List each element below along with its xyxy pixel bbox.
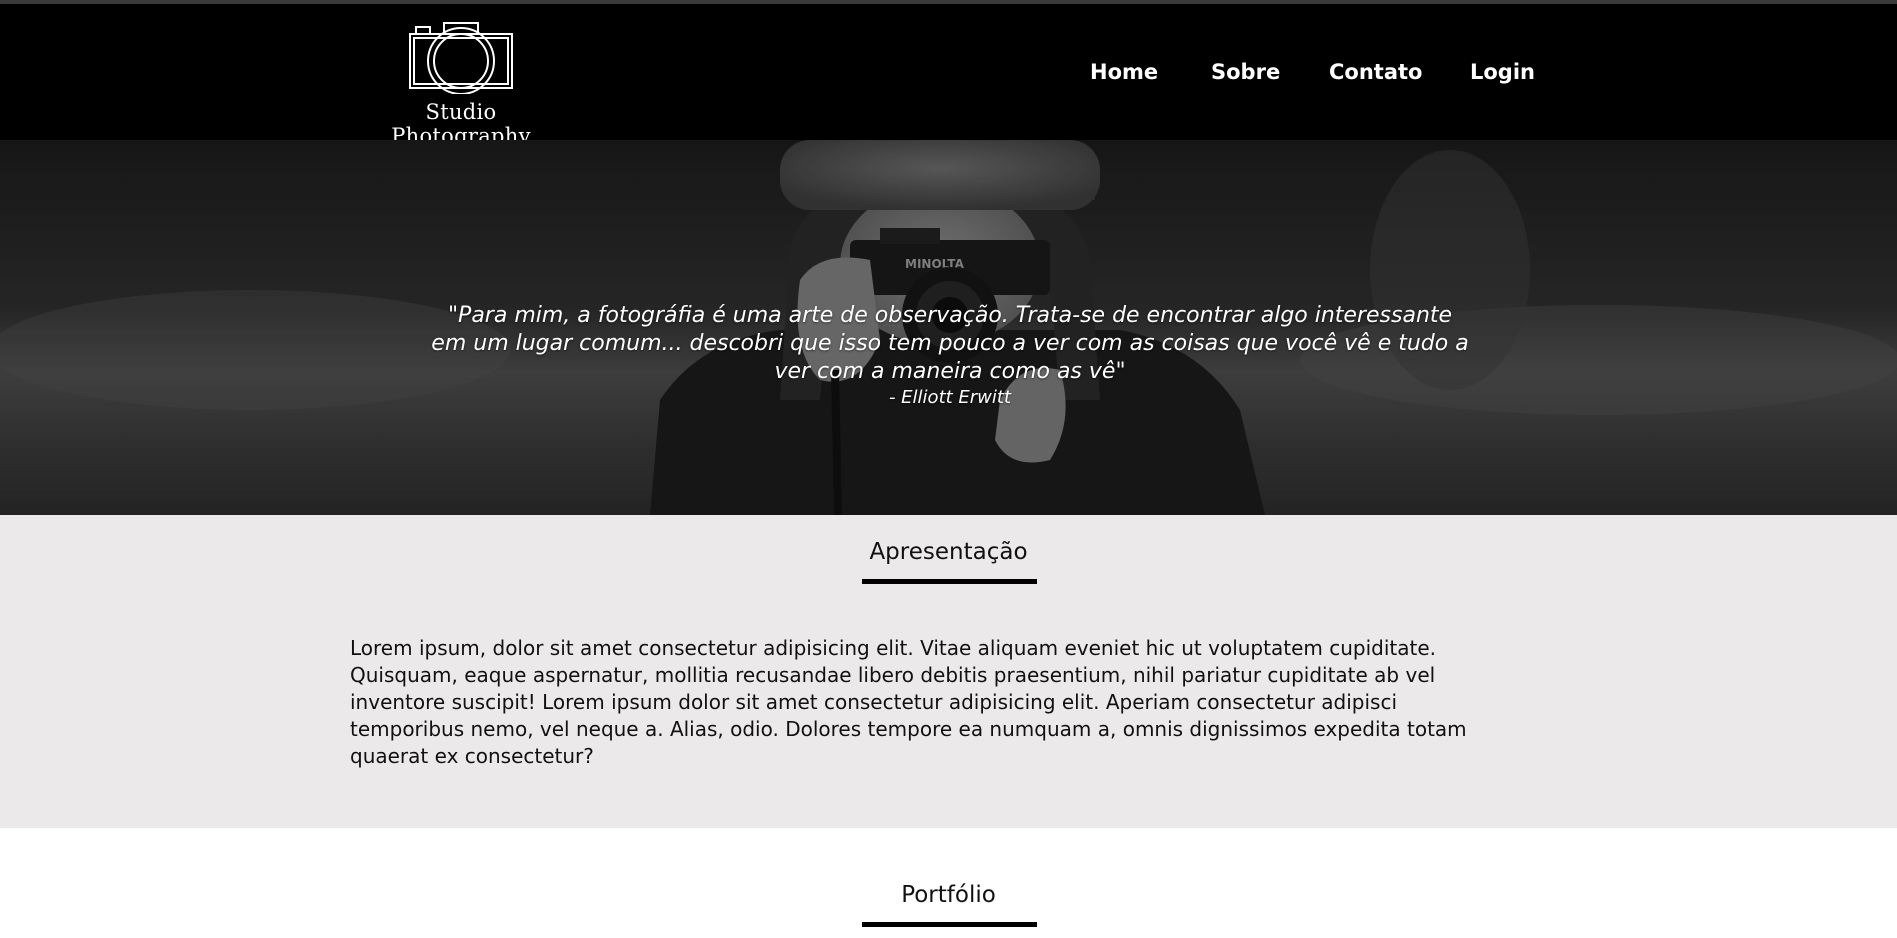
- portfolio-title-underline: [862, 922, 1037, 927]
- about-text-line: inventore suscipit! Lorem ipsum dolor si…: [350, 690, 1398, 714]
- about-text-line: quaerat ex consectetur?: [350, 744, 594, 768]
- about-text-line: temporibus nemo, vel neque a. Alias, odi…: [350, 717, 1467, 741]
- about-title-underline: [862, 579, 1037, 584]
- site-header: Studio Photography Home Sobre Contato Lo…: [0, 4, 1897, 148]
- about-text-line: Quisquam, eaque aspernatur, mollitia rec…: [350, 663, 1436, 687]
- hero-quote-line: em um lugar comum... descobri que isso t…: [431, 331, 1469, 356]
- hero-quote-line: ver com a maneira como as vê": [774, 359, 1126, 384]
- about-section: Apresentação Lorem ipsum, dolor sit amet…: [0, 515, 1897, 828]
- portfolio-section: Portfólio: [0, 828, 1897, 938]
- nav-contato[interactable]: Contato: [1329, 60, 1422, 84]
- camera-logo-icon: [409, 22, 513, 94]
- hero-banner: MINOLTA "Para mim, a fotográfia é uma ar…: [0, 140, 1897, 515]
- about-text-line: Lorem ipsum, dolor sit amet consectetur …: [350, 636, 1436, 660]
- hero-quote: "Para mim, a fotográfia é uma arte de ob…: [430, 302, 1470, 386]
- about-title: Apresentação: [869, 539, 1028, 565]
- about-paragraph: Lorem ipsum, dolor sit amet consectetur …: [350, 635, 1510, 770]
- nav-home[interactable]: Home: [1090, 60, 1158, 84]
- logo[interactable]: Studio Photography: [356, 22, 566, 148]
- hero-quote-line: "Para mim, a fotográfia é uma arte de ob…: [447, 303, 1453, 328]
- nav-sobre[interactable]: Sobre: [1211, 60, 1280, 84]
- quote-author: - Elliott Erwitt: [888, 387, 1012, 408]
- nav-login[interactable]: Login: [1470, 60, 1535, 84]
- portfolio-title: Portfólio: [901, 882, 996, 908]
